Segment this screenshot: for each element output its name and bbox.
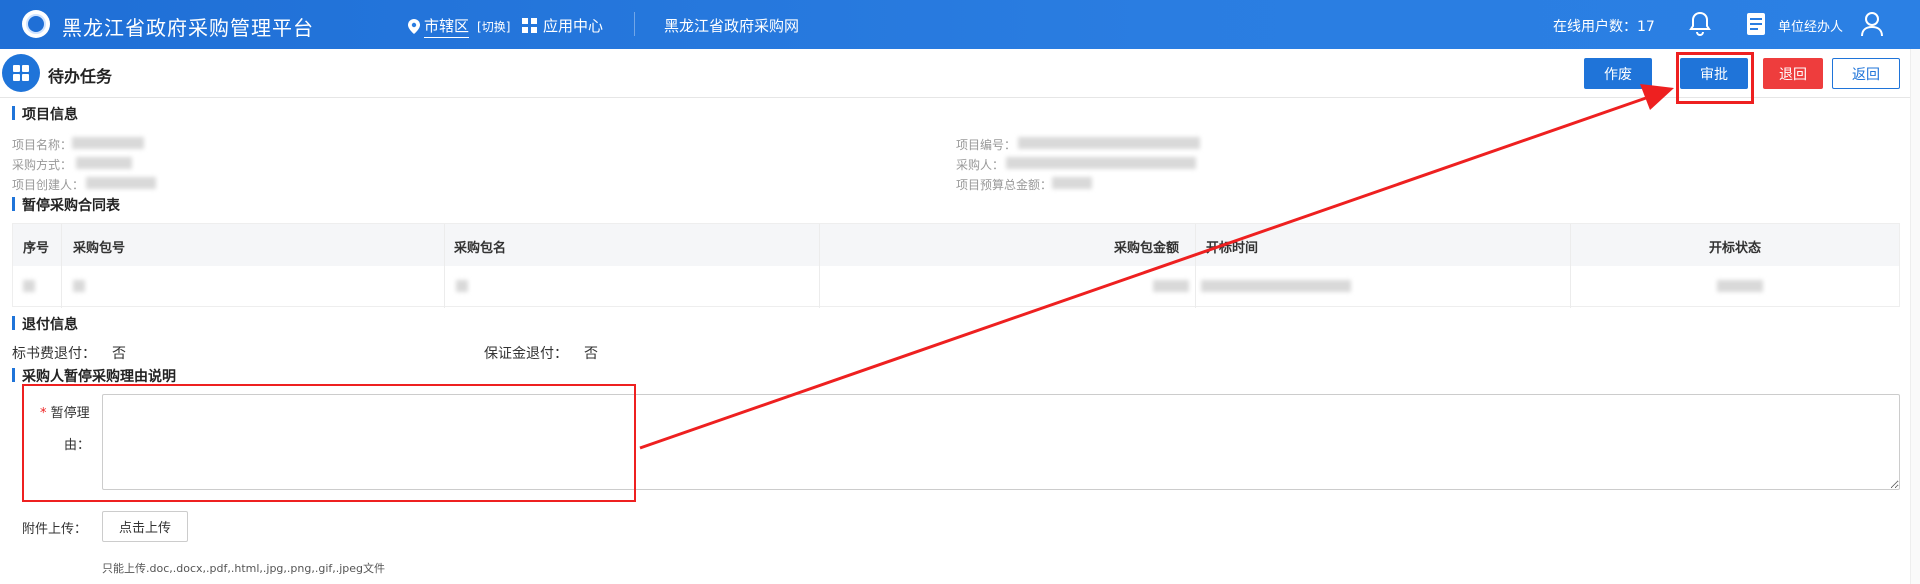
refund-info-title: 退付信息 — [12, 314, 78, 334]
deposit-refund-value: 否 — [584, 346, 598, 362]
redacted-project-name — [72, 137, 144, 149]
redacted-budget — [1052, 177, 1092, 189]
purchaser-label: 采购人： — [956, 158, 1005, 172]
document-icon[interactable] — [1746, 12, 1766, 36]
table-row — [23, 280, 35, 292]
app-center-link[interactable]: 应用中心 — [522, 15, 603, 36]
redacted-project-creator — [86, 177, 156, 189]
region-selector[interactable]: 市辖区 [切换] — [408, 15, 510, 38]
header-divider — [634, 12, 635, 36]
approve-highlight-box — [1676, 52, 1754, 104]
dashboard-icon — [2, 54, 40, 92]
purchase-method-label: 采购方式： — [12, 158, 73, 172]
upload-hint: 只能上传.doc,.docx,.pdf,.html,.jpg,.png,.gif… — [102, 562, 386, 575]
app-grid-icon — [522, 18, 537, 33]
location-pin-icon — [408, 19, 420, 34]
top-bar: 黑龙江省政府采购管理平台 市辖区 [切换] 应用中心 黑龙江省政府采购网 在线用… — [0, 0, 1920, 49]
project-info-title: 项目信息 — [12, 104, 78, 124]
project-name-label: 项目名称： — [12, 138, 73, 152]
redacted-purchase-method — [76, 157, 132, 169]
reason-section-title: 采购人暂停采购理由说明 — [12, 366, 176, 386]
vertical-scrollbar[interactable] — [1910, 49, 1920, 584]
budget-label: 项目预算总金额： — [956, 178, 1053, 192]
col-package-amount: 采购包金额 — [1114, 241, 1180, 256]
project-code-label: 项目编号： — [956, 138, 1017, 152]
redacted-purchaser — [1006, 157, 1196, 169]
col-bid-open-status: 开标状态 — [1709, 241, 1762, 256]
region-name[interactable]: 市辖区 — [424, 15, 470, 38]
doc-fee-refund-value: 否 — [112, 346, 126, 362]
project-creator-label: 项目创建人： — [12, 178, 85, 192]
send-back-button[interactable]: 退回 — [1763, 58, 1823, 89]
redacted-project-code — [1018, 137, 1200, 149]
col-bid-open-time: 开标时间 — [1206, 241, 1259, 256]
return-button[interactable]: 返回 — [1832, 58, 1900, 89]
platform-logo — [22, 10, 50, 38]
user-icon[interactable] — [1860, 11, 1884, 37]
contract-table-title: 暂停采购合同表 — [12, 195, 120, 215]
deposit-refund-label: 保证金退付： — [484, 346, 568, 362]
col-package-name: 采购包名 — [454, 241, 507, 256]
attachment-upload-label: 附件上传： — [22, 522, 88, 537]
region-switch-link[interactable]: [切换] — [477, 18, 510, 35]
void-button[interactable]: 作废 — [1584, 58, 1652, 89]
reason-highlight-box — [22, 384, 636, 502]
app-title: 黑龙江省政府采购管理平台 — [62, 16, 314, 40]
contract-table: 序号 采购包号 采购包名 采购包金额 开标时间 开标状态 — [12, 223, 1900, 308]
doc-fee-refund-label: 标书费退付： — [12, 346, 96, 362]
online-users-count: 在线用户数：17 — [1553, 19, 1655, 35]
portal-link[interactable]: 黑龙江省政府采购网 — [664, 15, 799, 36]
bell-icon[interactable] — [1688, 11, 1712, 37]
table-header: 序号 采购包号 采购包名 采购包金额 开标时间 开标状态 — [13, 224, 1899, 266]
col-index: 序号 — [23, 241, 50, 256]
user-role[interactable]: 单位经办人 — [1778, 16, 1843, 35]
page-title: 待办任务 — [48, 67, 113, 86]
app-center-label: 应用中心 — [543, 17, 604, 35]
col-package-no: 采购包号 — [73, 241, 126, 256]
upload-button[interactable]: 点击上传 — [102, 511, 188, 542]
